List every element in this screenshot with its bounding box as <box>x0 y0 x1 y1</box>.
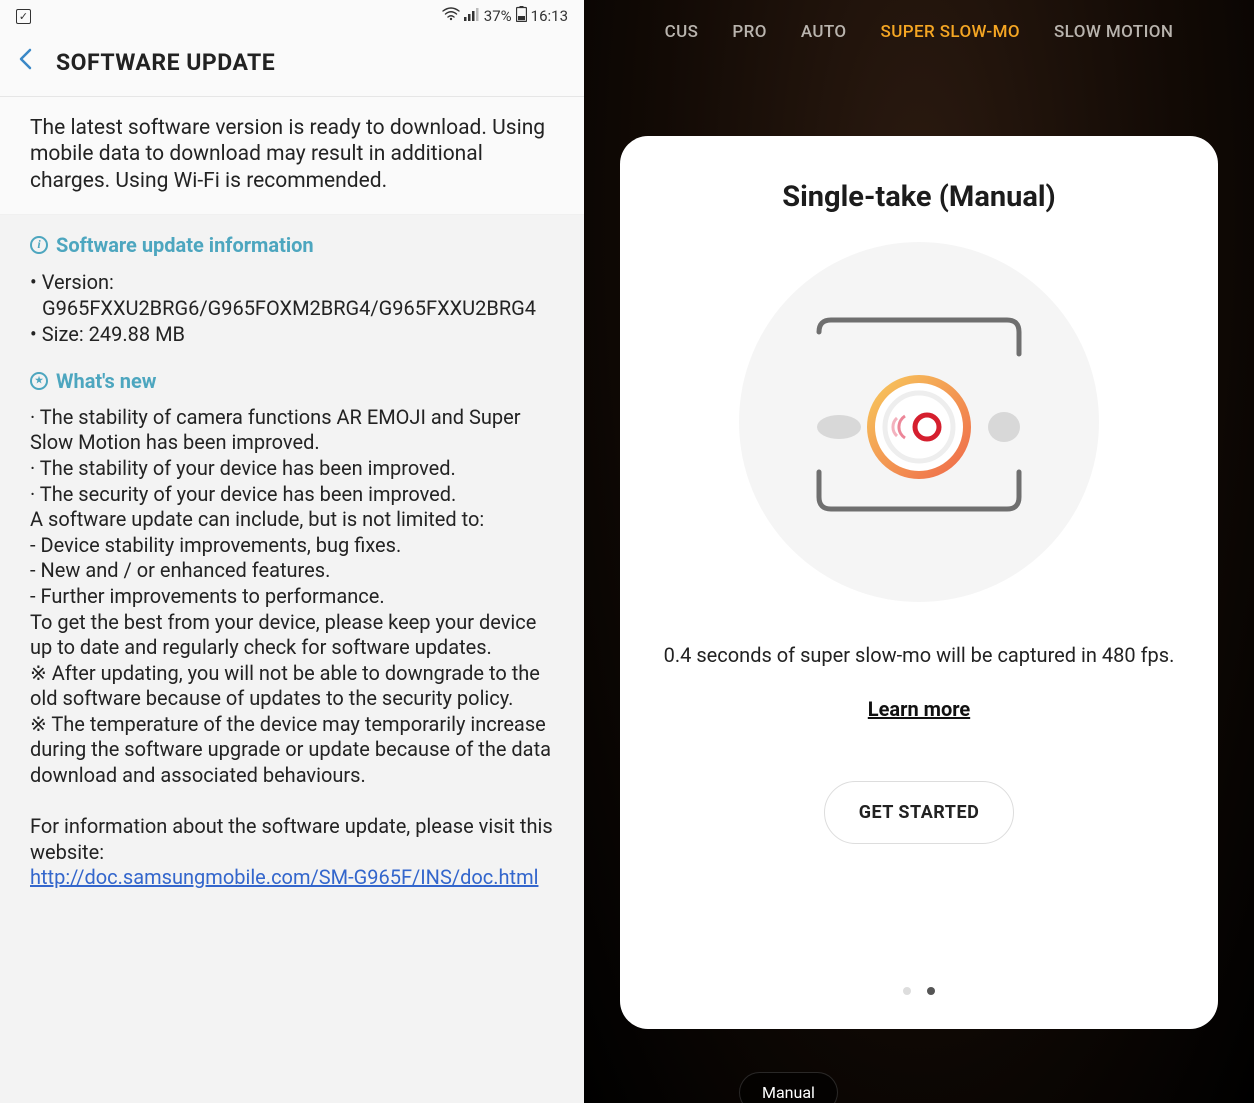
camera-screen: CUS PRO AUTO SUPER SLOW-MO SLOW MOTION S… <box>584 0 1254 1103</box>
battery-icon <box>516 6 527 26</box>
whatsnew-heading: What's new <box>30 369 554 393</box>
modal-description: 0.4 seconds of super slow-mo will be cap… <box>664 642 1175 669</box>
pagination-dots <box>903 987 935 1001</box>
camera-mode-cus[interactable]: CUS <box>665 22 699 42</box>
phone-ball-illustration-icon <box>779 312 1059 532</box>
camera-mode-slowmotion[interactable]: SLOW MOTION <box>1054 22 1173 42</box>
download-notice: The latest software version is ready to … <box>0 97 584 215</box>
star-badge-icon <box>30 372 48 390</box>
status-bar: ✓ 37% 16:13 <box>0 0 584 30</box>
whatsnew-body: · The stability of camera functions AR E… <box>30 405 554 866</box>
whatsnew-heading-text: What's new <box>56 369 156 393</box>
status-check-icon: ✓ <box>16 9 31 24</box>
single-take-modal: Single-take (Manual) <box>620 136 1218 1029</box>
signal-icon <box>464 7 480 25</box>
update-details[interactable]: i Software update information Version: G… <box>0 215 584 1103</box>
camera-mode-tabs: CUS PRO AUTO SUPER SLOW-MO SLOW MOTION <box>584 22 1254 42</box>
page-title: SOFTWARE UPDATE <box>56 49 275 76</box>
page-dot-2[interactable] <box>927 987 935 995</box>
info-link[interactable]: http://doc.samsungmobile.com/SM-G965F/IN… <box>30 865 538 889</box>
modal-title: Single-take (Manual) <box>782 180 1055 214</box>
page-dot-1[interactable] <box>903 987 911 995</box>
illustration <box>739 242 1099 602</box>
page-header: SOFTWARE UPDATE <box>0 30 584 97</box>
info-heading-text: Software update information <box>56 233 314 257</box>
learn-more-link[interactable]: Learn more <box>868 697 970 721</box>
info-icon: i <box>30 236 48 254</box>
wifi-icon <box>442 7 460 25</box>
software-update-screen: ✓ 37% 16:13 SOFTWARE UPDATE The latest s… <box>0 0 584 1103</box>
camera-mode-pro[interactable]: PRO <box>732 22 766 42</box>
manual-pill[interactable]: Manual <box>739 1072 838 1103</box>
info-heading: i Software update information <box>30 233 554 257</box>
camera-mode-auto[interactable]: AUTO <box>801 22 847 42</box>
size-line: Size: 249.88 MB <box>30 321 554 347</box>
camera-mode-super-slowmo[interactable]: SUPER SLOW-MO <box>881 22 1020 42</box>
version-line: Version: G965FXXU2BRG6/G965FOXM2BRG4/G96… <box>30 269 554 321</box>
status-time: 16:13 <box>531 7 568 25</box>
get-started-button[interactable]: GET STARTED <box>824 781 1014 844</box>
battery-percentage: 37% <box>484 7 512 25</box>
back-icon[interactable] <box>18 48 32 76</box>
